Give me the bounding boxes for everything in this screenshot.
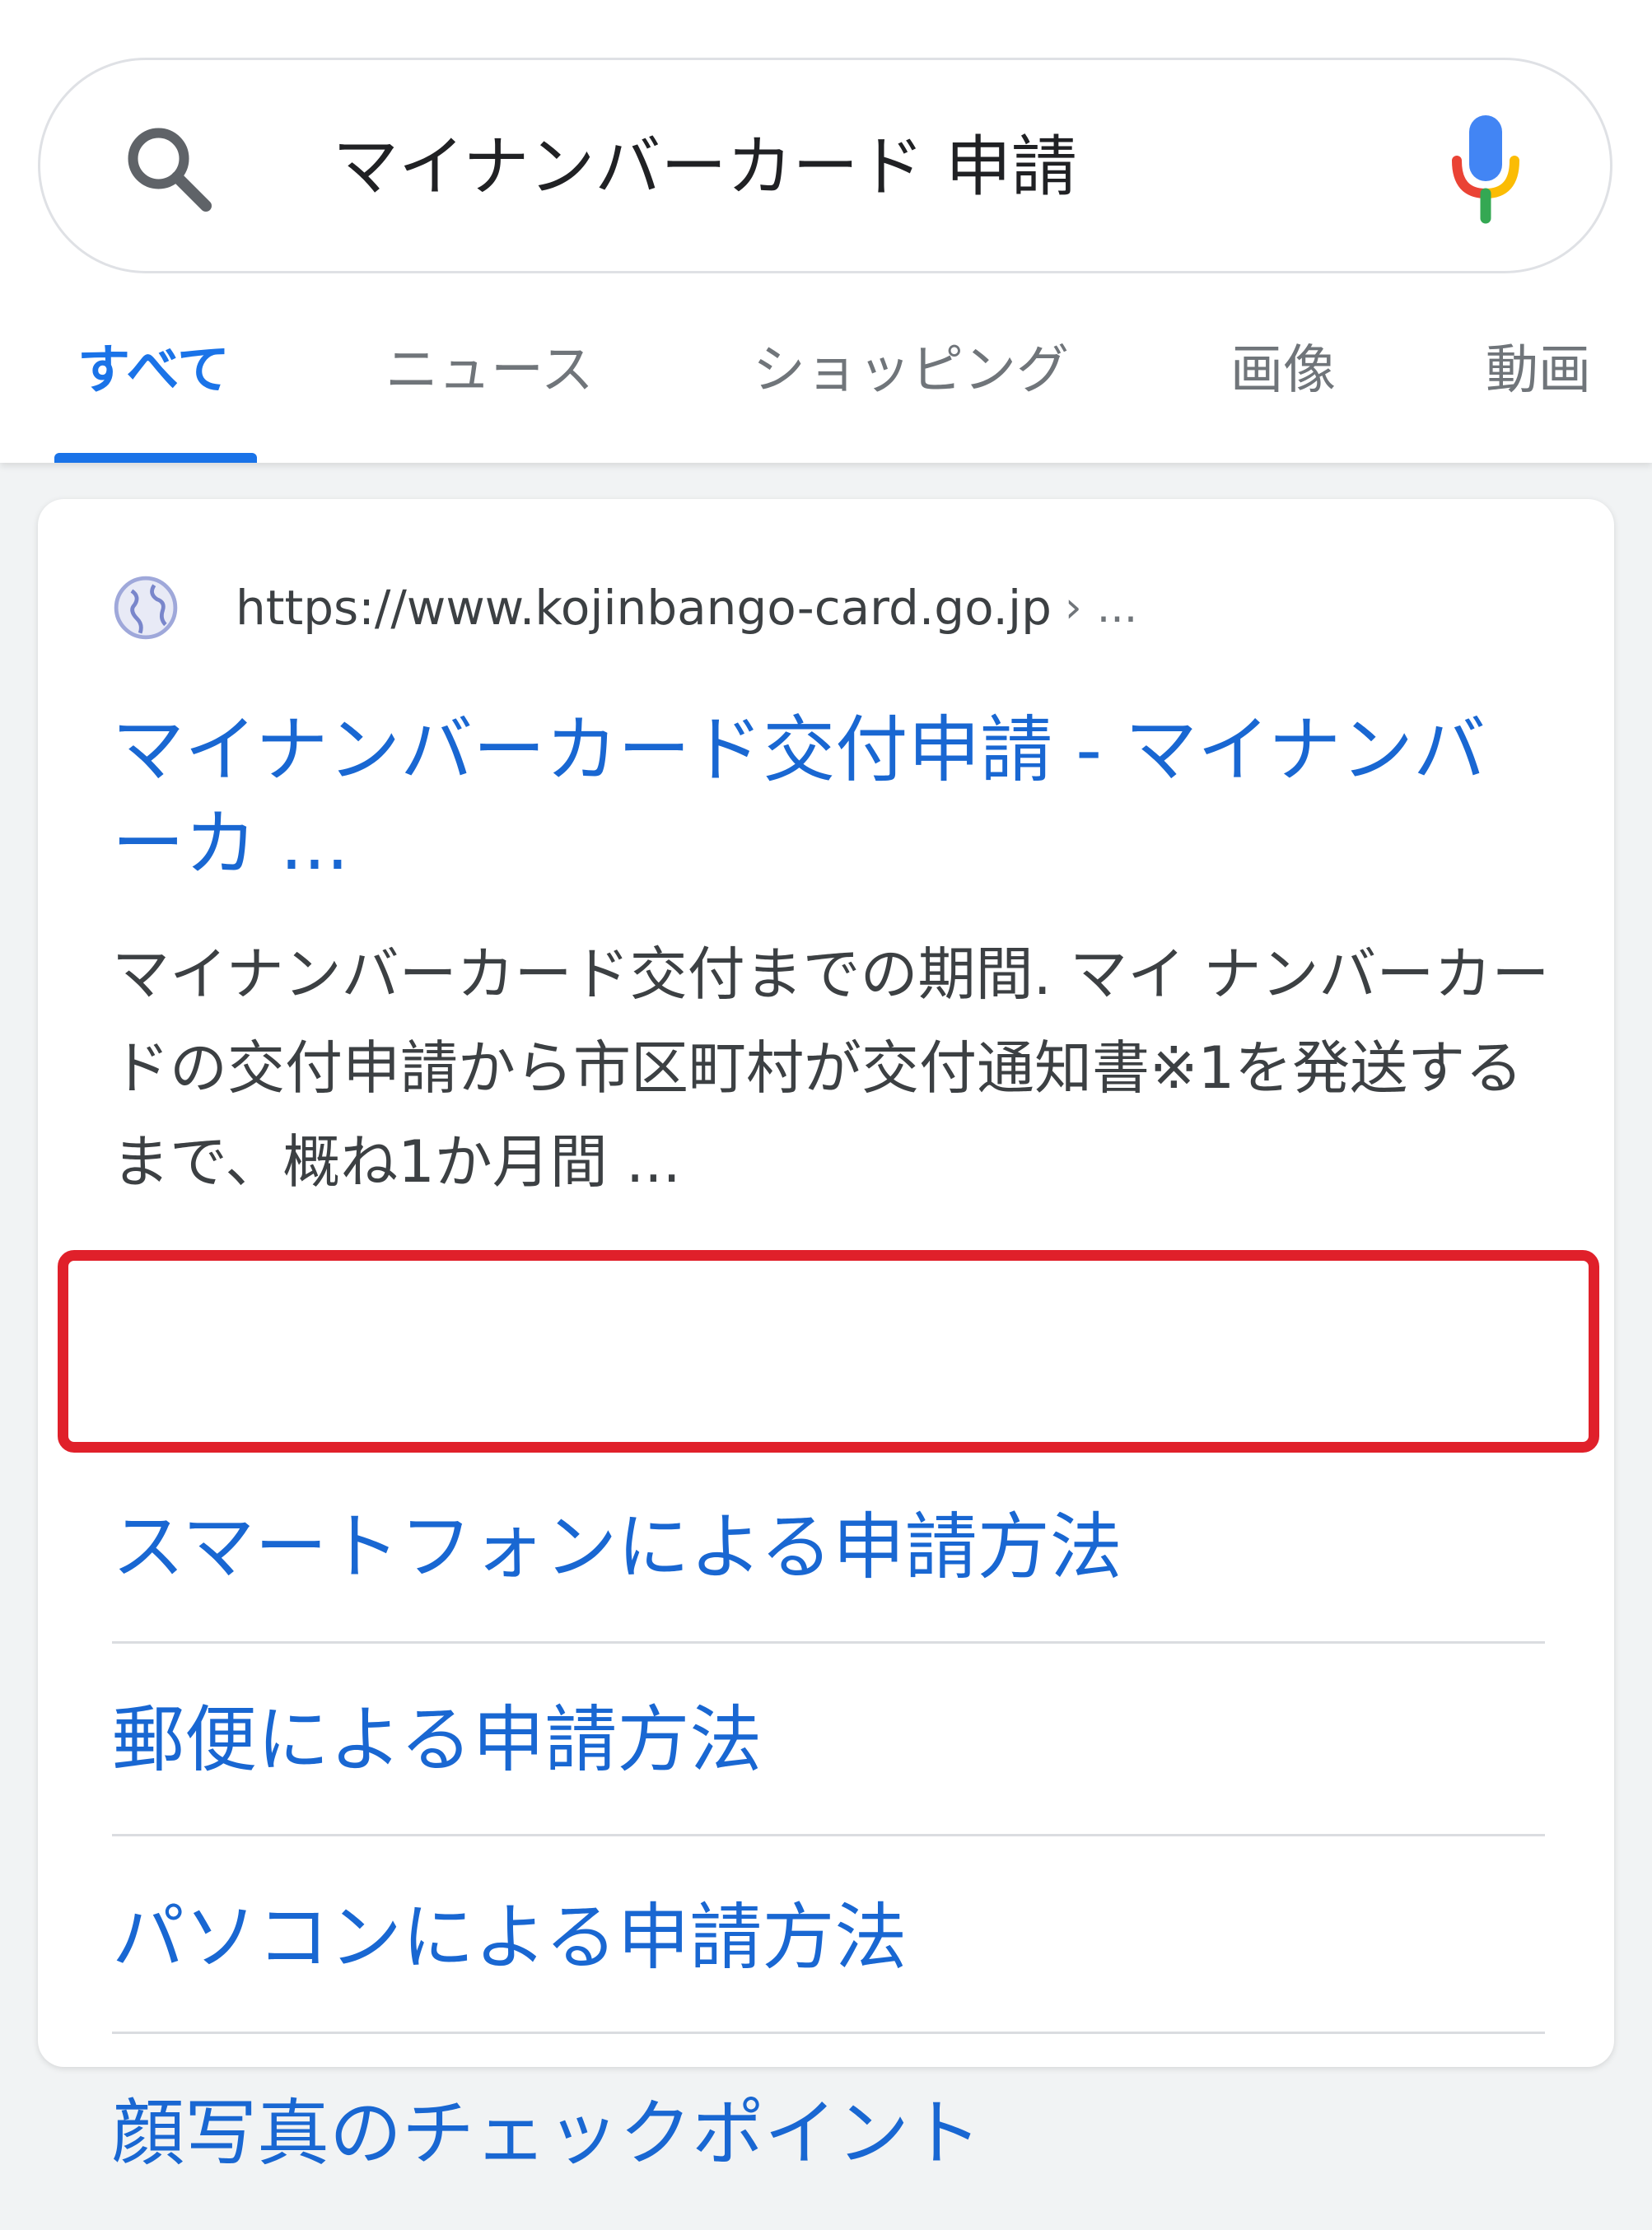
search-bar[interactable]: マイナンバーカード 申請: [38, 58, 1612, 273]
breadcrumb-chevron: ›: [1064, 583, 1082, 632]
sitelink-mail[interactable]: 郵便による申請方法: [112, 1644, 1545, 1836]
tab-shopping[interactable]: ショッピング: [753, 321, 1069, 420]
search-icon[interactable]: [119, 119, 218, 218]
sitelink-photo-checkpoints[interactable]: 顔写真のチェックポイント: [112, 2037, 1545, 2230]
tab-images[interactable]: 画像: [1230, 321, 1336, 420]
result-url: https://www.kojinbango-card.go.jp: [236, 580, 1052, 636]
mic-icon[interactable]: [1444, 111, 1527, 226]
globe-icon: [114, 576, 178, 640]
tab-news[interactable]: ニュース: [385, 321, 594, 420]
sitelink-pc[interactable]: パソコンによる申請方法: [112, 1841, 1545, 2034]
active-tab-indicator: [54, 453, 257, 463]
tab-all[interactable]: すべて: [77, 321, 230, 420]
search-tabs: すべて ニュース ショッピング 画像 動画: [0, 321, 1652, 463]
tab-videos[interactable]: 動画: [1486, 321, 1591, 420]
result-title-link[interactable]: マイナンバーカード交付申請 - マイナンバーカ ...: [112, 703, 1545, 891]
result-snippet: マイナンバーカード交付までの期間. マイ ナンバーカードの交付申請から市区町村が…: [112, 940, 1550, 1196]
search-input[interactable]: マイナンバーカード 申請: [333, 110, 1077, 225]
highlight-annotation-box: [58, 1250, 1599, 1453]
result-source[interactable]: https://www.kojinbango-card.go.jp › ...: [112, 567, 1137, 649]
breadcrumb-ellipsis: ...: [1096, 583, 1138, 632]
search-header: マイナンバーカード 申請 すべて ニュース ショッピング 画像 動画: [0, 0, 1652, 463]
sitelink-smartphone[interactable]: スマートフォンによる申請方法: [112, 1451, 1545, 1644]
